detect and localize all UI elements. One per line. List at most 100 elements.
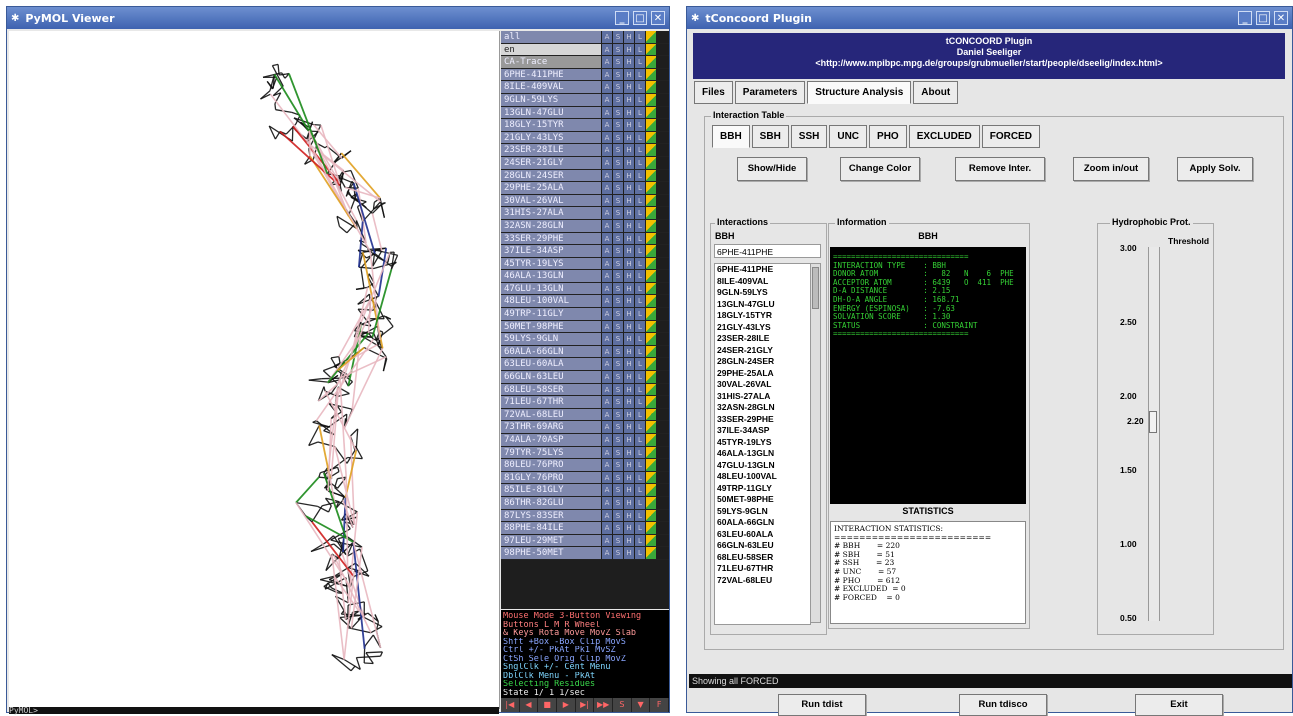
object-name[interactable]: 74ALA-70ASP xyxy=(501,434,601,446)
object-name[interactable]: 47GLU-13GLN xyxy=(501,283,601,295)
color-swatch-icon[interactable] xyxy=(646,409,656,421)
object-action-button[interactable]: A xyxy=(602,371,612,383)
object-action-button[interactable]: A xyxy=(602,321,612,333)
playback-button[interactable]: S xyxy=(613,698,632,712)
interaction-item[interactable]: 59LYS-9GLN xyxy=(715,506,810,518)
object-action-button[interactable]: A xyxy=(602,31,612,43)
object-action-button[interactable]: A xyxy=(602,119,612,131)
molecule-viewport[interactable] xyxy=(9,31,500,709)
tab-files[interactable]: Files xyxy=(694,81,733,104)
object-action-button[interactable]: A xyxy=(602,258,612,270)
color-swatch-icon[interactable] xyxy=(646,270,656,282)
object-name[interactable]: 33SER-29PHE xyxy=(501,233,601,245)
object-action-button[interactable]: A xyxy=(602,396,612,408)
color-swatch-icon[interactable] xyxy=(646,333,656,345)
color-swatch-icon[interactable] xyxy=(646,510,656,522)
object-action-button[interactable]: H xyxy=(624,459,634,471)
object-row[interactable]: 6PHE-411PHEASHL xyxy=(501,69,669,82)
object-row[interactable]: 68LEU-58SERASHL xyxy=(501,384,669,397)
object-name[interactable]: 32ASN-28GLN xyxy=(501,220,601,232)
object-row[interactable]: 59LYS-9GLNASHL xyxy=(501,333,669,346)
object-row[interactable]: 98PHE-50METASHL xyxy=(501,547,669,560)
object-action-button[interactable]: A xyxy=(602,308,612,320)
object-action-button[interactable]: S xyxy=(613,69,623,81)
interaction-item[interactable]: 9GLN-59LYS xyxy=(715,287,810,299)
object-action-button[interactable]: S xyxy=(613,283,623,295)
maximize-button[interactable]: □ xyxy=(633,11,647,25)
object-action-button[interactable]: L xyxy=(635,94,645,106)
color-swatch-icon[interactable] xyxy=(646,547,656,559)
object-action-button[interactable]: A xyxy=(602,358,612,370)
object-row[interactable]: 88PHE-84ILEASHL xyxy=(501,522,669,535)
object-action-button[interactable]: A xyxy=(602,132,612,144)
color-swatch-icon[interactable] xyxy=(646,182,656,194)
color-swatch-icon[interactable] xyxy=(646,434,656,446)
object-action-button[interactable]: A xyxy=(602,522,612,534)
object-row[interactable]: 28GLN-24SERASHL xyxy=(501,170,669,183)
object-action-button[interactable]: H xyxy=(624,547,634,559)
object-name[interactable]: 31HIS-27ALA xyxy=(501,207,601,219)
object-action-button[interactable]: A xyxy=(602,283,612,295)
object-name[interactable]: 6PHE-411PHE xyxy=(501,69,601,81)
object-action-button[interactable]: H xyxy=(624,245,634,257)
interaction-item[interactable]: 48LEU-100VAL xyxy=(715,471,810,483)
object-action-button[interactable]: S xyxy=(613,472,623,484)
object-row[interactable]: 73THR-69ARGASHL xyxy=(501,421,669,434)
object-action-button[interactable]: A xyxy=(602,220,612,232)
object-row[interactable]: 79TYR-75LYSASHL xyxy=(501,447,669,460)
object-action-button[interactable]: A xyxy=(602,459,612,471)
object-action-button[interactable]: L xyxy=(635,497,645,509)
slider-thumb[interactable] xyxy=(1149,411,1157,433)
color-swatch-icon[interactable] xyxy=(646,522,656,534)
interaction-item[interactable]: 30VAL-26VAL xyxy=(715,379,810,391)
object-action-button[interactable]: L xyxy=(635,459,645,471)
object-action-button[interactable]: L xyxy=(635,358,645,370)
interaction-item[interactable]: 50MET-98PHE xyxy=(715,494,810,506)
minimize-button[interactable]: _ xyxy=(1238,11,1252,25)
color-swatch-icon[interactable] xyxy=(646,107,656,119)
object-action-button[interactable]: A xyxy=(602,207,612,219)
color-swatch-icon[interactable] xyxy=(646,384,656,396)
object-action-button[interactable]: S xyxy=(613,220,623,232)
color-swatch-icon[interactable] xyxy=(646,220,656,232)
object-action-button[interactable]: L xyxy=(635,295,645,307)
object-name[interactable]: 49TRP-11GLY xyxy=(501,308,601,320)
object-action-button[interactable]: H xyxy=(624,233,634,245)
interaction-item[interactable]: 24SER-21GLY xyxy=(715,345,810,357)
color-swatch-icon[interactable] xyxy=(646,157,656,169)
object-action-button[interactable]: H xyxy=(624,333,634,345)
color-swatch-icon[interactable] xyxy=(646,245,656,257)
color-swatch-icon[interactable] xyxy=(646,447,656,459)
object-row[interactable]: 9GLN-59LYSASHL xyxy=(501,94,669,107)
object-name[interactable]: 48LEU-100VAL xyxy=(501,295,601,307)
interaction-item[interactable]: 72VAL-68LEU xyxy=(715,575,810,587)
object-action-button[interactable]: L xyxy=(635,107,645,119)
object-action-button[interactable]: H xyxy=(624,195,634,207)
object-row[interactable]: 87LYS-83SERASHL xyxy=(501,510,669,523)
object-action-button[interactable]: H xyxy=(624,396,634,408)
object-action-button[interactable]: L xyxy=(635,258,645,270)
object-action-button[interactable]: A xyxy=(602,270,612,282)
object-action-button[interactable]: A xyxy=(602,56,612,68)
close-button[interactable]: ✕ xyxy=(651,11,665,25)
object-action-button[interactable]: H xyxy=(624,220,634,232)
object-name[interactable]: 21GLY-43LYS xyxy=(501,132,601,144)
object-row[interactable]: 24SER-21GLYASHL xyxy=(501,157,669,170)
object-action-button[interactable]: H xyxy=(624,132,634,144)
object-row[interactable]: 21GLY-43LYSASHL xyxy=(501,132,669,145)
object-action-button[interactable]: L xyxy=(635,484,645,496)
interaction-item[interactable]: 47GLU-13GLN xyxy=(715,460,810,472)
object-action-button[interactable]: H xyxy=(624,295,634,307)
object-name[interactable]: 87LYS-83SER xyxy=(501,510,601,522)
object-row[interactable]: 50MET-98PHEASHL xyxy=(501,321,669,334)
object-action-button[interactable]: A xyxy=(602,144,612,156)
object-action-button[interactable]: A xyxy=(602,409,612,421)
object-action-button[interactable]: S xyxy=(613,522,623,534)
object-action-button[interactable]: H xyxy=(624,308,634,320)
object-action-button[interactable]: S xyxy=(613,44,623,56)
object-name[interactable]: 59LYS-9GLN xyxy=(501,333,601,345)
object-action-button[interactable]: L xyxy=(635,144,645,156)
object-action-button[interactable]: L xyxy=(635,195,645,207)
object-action-button[interactable]: S xyxy=(613,358,623,370)
interaction-item[interactable]: 46ALA-13GLN xyxy=(715,448,810,460)
